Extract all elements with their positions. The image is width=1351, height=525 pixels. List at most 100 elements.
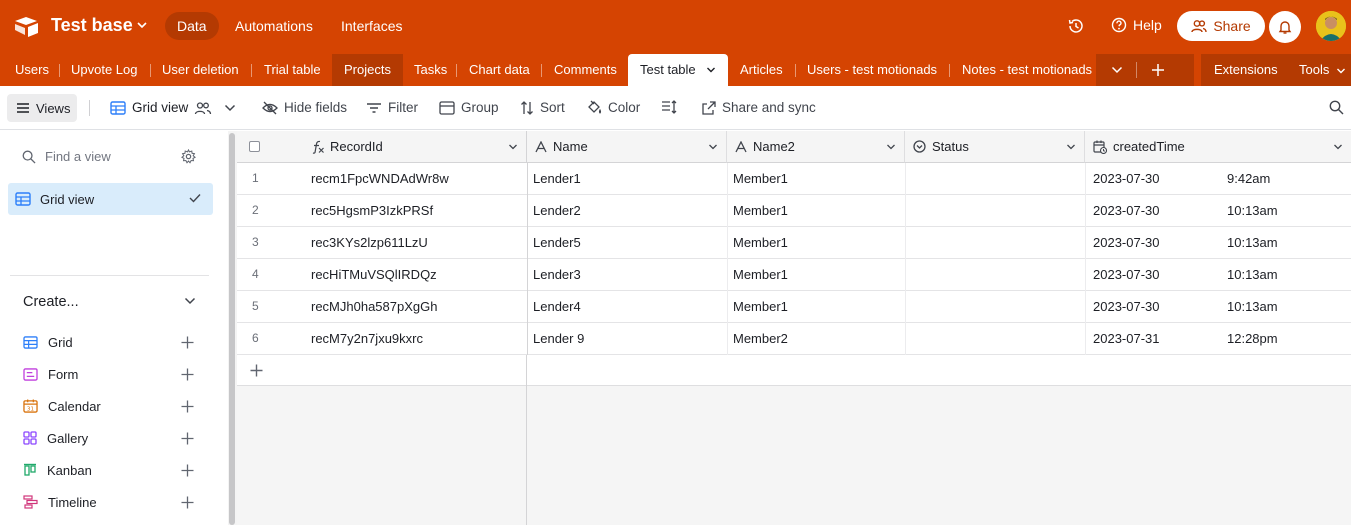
extensions-button[interactable]: Extensions bbox=[1214, 54, 1278, 86]
create-kanban-item[interactable]: Kanban bbox=[23, 460, 92, 480]
chevron-down-icon[interactable] bbox=[706, 65, 716, 75]
plus-icon[interactable] bbox=[181, 400, 194, 413]
cell-name[interactable]: Lender 9 bbox=[533, 323, 727, 354]
tab-user-deletion[interactable]: User deletion bbox=[162, 54, 239, 86]
gear-icon[interactable] bbox=[181, 149, 196, 164]
cell-created-date[interactable]: 2023-07-30 bbox=[1093, 259, 1213, 290]
cell-name[interactable]: Lender5 bbox=[533, 227, 727, 258]
cell-status[interactable] bbox=[911, 227, 1085, 258]
history-icon[interactable] bbox=[1067, 17, 1085, 35]
cell-created-time[interactable]: 10:13am bbox=[1227, 227, 1327, 258]
chevron-down-icon[interactable] bbox=[136, 19, 148, 31]
cell-created-date[interactable]: 2023-07-30 bbox=[1093, 227, 1213, 258]
tab-upvote-log[interactable]: Upvote Log bbox=[71, 54, 138, 86]
avatar[interactable] bbox=[1316, 11, 1346, 41]
tab-chart-data[interactable]: Chart data bbox=[469, 54, 530, 86]
sidebar-view-grid-view[interactable]: Grid view bbox=[8, 183, 213, 215]
base-name[interactable]: Test base bbox=[51, 15, 133, 36]
header-name[interactable]: Name bbox=[527, 131, 727, 163]
add-table-icon[interactable] bbox=[1151, 63, 1165, 77]
notifications-button[interactable] bbox=[1269, 11, 1301, 43]
cell-created-time[interactable]: 10:13am bbox=[1227, 291, 1327, 322]
cell-name2[interactable]: Member1 bbox=[733, 291, 905, 322]
create-gallery-item[interactable]: Gallery bbox=[23, 428, 88, 448]
plus-icon[interactable] bbox=[181, 336, 194, 349]
views-toggle-button[interactable]: Views bbox=[7, 94, 77, 122]
chevron-down-icon[interactable] bbox=[1111, 65, 1123, 75]
hide-fields-button[interactable]: Hide fields bbox=[262, 100, 347, 115]
share-sync-button[interactable]: Share and sync bbox=[702, 100, 816, 115]
table-row[interactable]: 6 recM7y2n7jxu9kxrc Lender 9 Member2 2023-07… bbox=[237, 323, 1351, 355]
chevron-down-icon[interactable] bbox=[184, 296, 196, 306]
help-button[interactable]: Help bbox=[1111, 17, 1162, 33]
cell-name2[interactable]: Member1 bbox=[733, 163, 905, 194]
nav-interfaces[interactable]: Interfaces bbox=[329, 12, 414, 40]
table-row[interactable]: 5 recMJh0ha587pXgGh Lender4 Member1 2023-07-… bbox=[237, 291, 1351, 323]
create-form-item[interactable]: Form bbox=[23, 364, 78, 384]
plus-icon[interactable] bbox=[181, 464, 194, 477]
cell-recordid[interactable]: recMJh0ha587pXgGh bbox=[311, 291, 527, 322]
tab-comments[interactable]: Comments bbox=[554, 54, 617, 86]
tab-projects[interactable]: Projects bbox=[332, 54, 403, 86]
airtable-logo-icon[interactable] bbox=[14, 15, 40, 37]
tab-users[interactable]: Users bbox=[15, 54, 49, 86]
tab-trial-table[interactable]: Trial table bbox=[264, 54, 321, 86]
cell-created-time[interactable]: 10:13am bbox=[1227, 259, 1327, 290]
header-status[interactable]: Status bbox=[905, 131, 1085, 163]
cell-recordid[interactable]: recHiTMuVSQlIRDQz bbox=[311, 259, 527, 290]
cell-recordid[interactable]: recm1FpcWNDAdWr8w bbox=[311, 163, 527, 194]
cell-status[interactable] bbox=[911, 291, 1085, 322]
table-row[interactable]: 2 rec5HgsmP3IzkPRSf Lender2 Member1 2023-07-… bbox=[237, 195, 1351, 227]
cell-status[interactable] bbox=[911, 323, 1085, 354]
chevron-down-icon[interactable] bbox=[708, 142, 718, 152]
select-all-checkbox[interactable] bbox=[249, 141, 260, 152]
cell-status[interactable] bbox=[911, 195, 1085, 226]
tab-articles[interactable]: Articles bbox=[740, 54, 783, 86]
cell-created-date[interactable]: 2023-07-30 bbox=[1093, 163, 1213, 194]
row-height-icon[interactable] bbox=[661, 100, 677, 114]
cell-recordid[interactable]: rec3KYs2lzp611LzU bbox=[311, 227, 527, 258]
chevron-down-icon[interactable] bbox=[886, 142, 896, 152]
tab-users-test-motionads[interactable]: Users - test motionads bbox=[807, 54, 937, 86]
group-button[interactable]: Group bbox=[439, 100, 499, 115]
color-button[interactable]: Color bbox=[586, 100, 640, 115]
add-record-row[interactable] bbox=[237, 355, 1351, 386]
share-button[interactable]: Share bbox=[1177, 11, 1265, 41]
cell-created-time[interactable]: 9:42am bbox=[1227, 163, 1327, 194]
plus-icon[interactable] bbox=[181, 432, 194, 445]
create-timeline-item[interactable]: Timeline bbox=[23, 492, 97, 512]
cell-name2[interactable]: Member2 bbox=[733, 323, 905, 354]
tab-test-table[interactable]: Test table bbox=[628, 54, 728, 86]
cell-status[interactable] bbox=[911, 259, 1085, 290]
header-recordid[interactable]: RecordId bbox=[237, 131, 527, 163]
chevron-down-icon[interactable] bbox=[1333, 142, 1343, 152]
create-section-title[interactable]: Create... bbox=[23, 294, 79, 310]
cell-created-date[interactable]: 2023-07-31 bbox=[1093, 323, 1213, 354]
cell-recordid[interactable]: rec5HgsmP3IzkPRSf bbox=[311, 195, 527, 226]
table-row[interactable]: 3 rec3KYs2lzp611LzU Lender5 Member1 2023-07-… bbox=[237, 227, 1351, 259]
cell-status[interactable] bbox=[911, 163, 1085, 194]
tab-tasks[interactable]: Tasks bbox=[414, 54, 447, 86]
chevron-down-icon[interactable] bbox=[508, 142, 518, 152]
header-name2[interactable]: Name2 bbox=[727, 131, 905, 163]
view-switcher[interactable]: Grid view bbox=[110, 100, 236, 115]
cell-recordid[interactable]: recM7y2n7jxu9kxrc bbox=[311, 323, 527, 354]
cell-created-time[interactable]: 10:13am bbox=[1227, 195, 1327, 226]
find-view-input[interactable]: Find a view bbox=[22, 149, 111, 164]
sort-button[interactable]: Sort bbox=[520, 100, 565, 115]
plus-icon[interactable] bbox=[250, 364, 263, 377]
nav-data[interactable]: Data bbox=[165, 12, 219, 40]
cell-created-time[interactable]: 12:28pm bbox=[1227, 323, 1327, 354]
table-row[interactable]: 1 recm1FpcWNDAdWr8w Lender1 Member1 2023-07-… bbox=[237, 163, 1351, 195]
header-createdtime[interactable]: createdTime bbox=[1085, 131, 1351, 163]
cell-name[interactable]: Lender4 bbox=[533, 291, 727, 322]
cell-created-date[interactable]: 2023-07-30 bbox=[1093, 195, 1213, 226]
sidebar-scrollbar-thumb[interactable] bbox=[229, 133, 235, 525]
plus-icon[interactable] bbox=[181, 496, 194, 509]
tab-notes-test-motionads[interactable]: Notes - test motionads bbox=[962, 54, 1092, 86]
cell-name2[interactable]: Member1 bbox=[733, 195, 905, 226]
chevron-down-icon[interactable] bbox=[224, 103, 236, 113]
tools-button[interactable]: Tools bbox=[1299, 54, 1329, 86]
cell-name[interactable]: Lender1 bbox=[533, 163, 727, 194]
create-calendar-item[interactable]: 31 Calendar bbox=[23, 396, 101, 416]
